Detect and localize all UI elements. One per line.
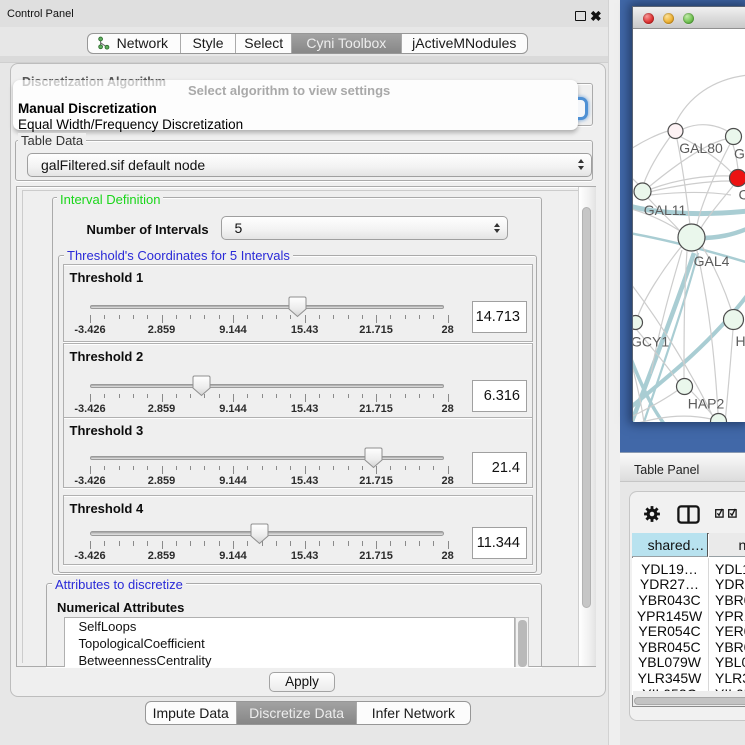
svg-text:GAL: GAL: [734, 145, 745, 161]
svg-text:GAL4: GAL4: [693, 253, 729, 269]
svg-text:HAP2: HAP2: [687, 395, 724, 411]
svg-text:GAL80: GAL80: [679, 140, 723, 156]
svg-text:GCY1: GCY1: [633, 333, 669, 349]
svg-text:CY: CY: [738, 186, 745, 202]
svg-text:GAL11: GAL11: [643, 202, 686, 218]
svg-text:HA: HA: [735, 333, 745, 349]
